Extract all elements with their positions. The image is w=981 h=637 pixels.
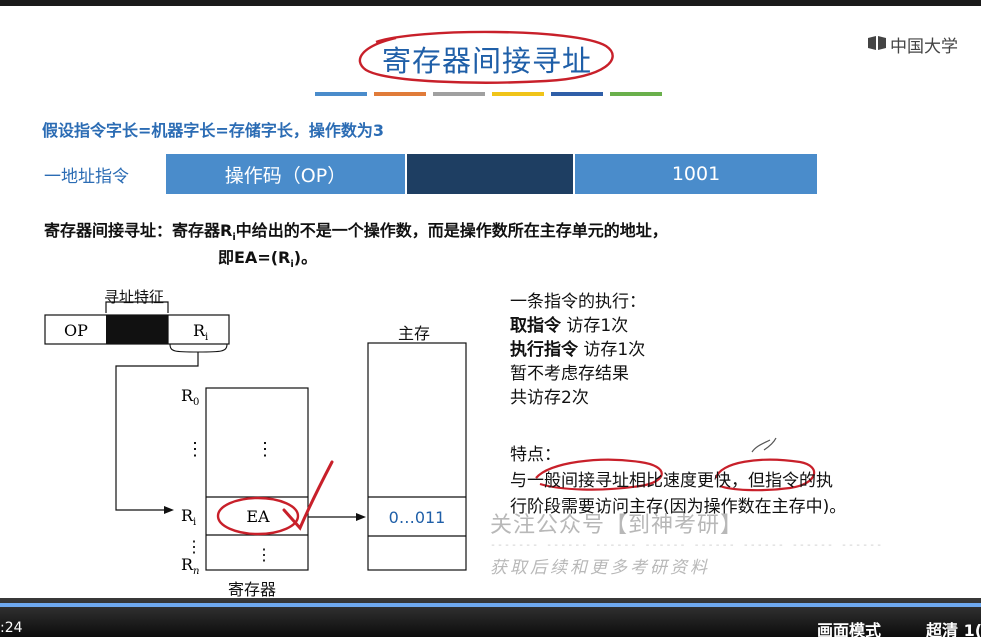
- memory-value-cell: 0…011: [389, 508, 446, 527]
- display-mode-button[interactable]: 画面模式: [817, 617, 881, 637]
- notes-heading: 一条指令的执行：: [510, 292, 646, 312]
- r0-label: R0: [181, 386, 199, 408]
- register-vdots-bottom: ⋮: [256, 545, 272, 564]
- op-cell-label: OP: [64, 321, 88, 340]
- features-heading: 特点：: [510, 445, 561, 465]
- quality-button[interactable]: 超清 1(: [926, 617, 981, 637]
- ri-brace: [169, 343, 228, 353]
- playback-time: :24: [0, 620, 23, 636]
- watermark-divider: ------- ------ ------ ------ ------ ----…: [490, 540, 884, 551]
- notes-exec: 执行指令 访存1次: [510, 340, 646, 360]
- features-line-1: 与一般间接寻址相比速度更快，但指令的执: [510, 471, 833, 491]
- ri-connector: [115, 352, 199, 511]
- rn-label: Rn: [181, 555, 200, 577]
- left-vdots: ⋮: [186, 439, 204, 460]
- watermark-line-1: 关注公众号【到神考研】: [490, 513, 744, 538]
- left-vdots-lower: ⋮: [186, 537, 202, 556]
- ri-row-label: Ri: [181, 506, 196, 528]
- register-file-box: [205, 387, 309, 571]
- register-vdots-top: ⋮: [256, 439, 274, 460]
- execution-notes: 一条指令的执行： 取指令 访存1次 执行指令 访存1次 暂不考虑存结果 共访存2…: [510, 290, 646, 410]
- ea-cell: EA: [246, 507, 270, 526]
- watermark-line-2: 获取后续和更多考研资料: [490, 558, 710, 578]
- notes-total: 共访存2次: [510, 388, 589, 408]
- ea-arrow-head: [356, 513, 366, 521]
- ri-arrow-head: [164, 506, 174, 514]
- progress-bar[interactable]: [0, 603, 981, 607]
- feature-bracket: [105, 301, 169, 313]
- notes-fetch: 取指令 访存1次: [510, 316, 629, 336]
- notes-no-store: 暂不考虑存结果: [510, 364, 629, 384]
- mode-cell: [106, 315, 168, 344]
